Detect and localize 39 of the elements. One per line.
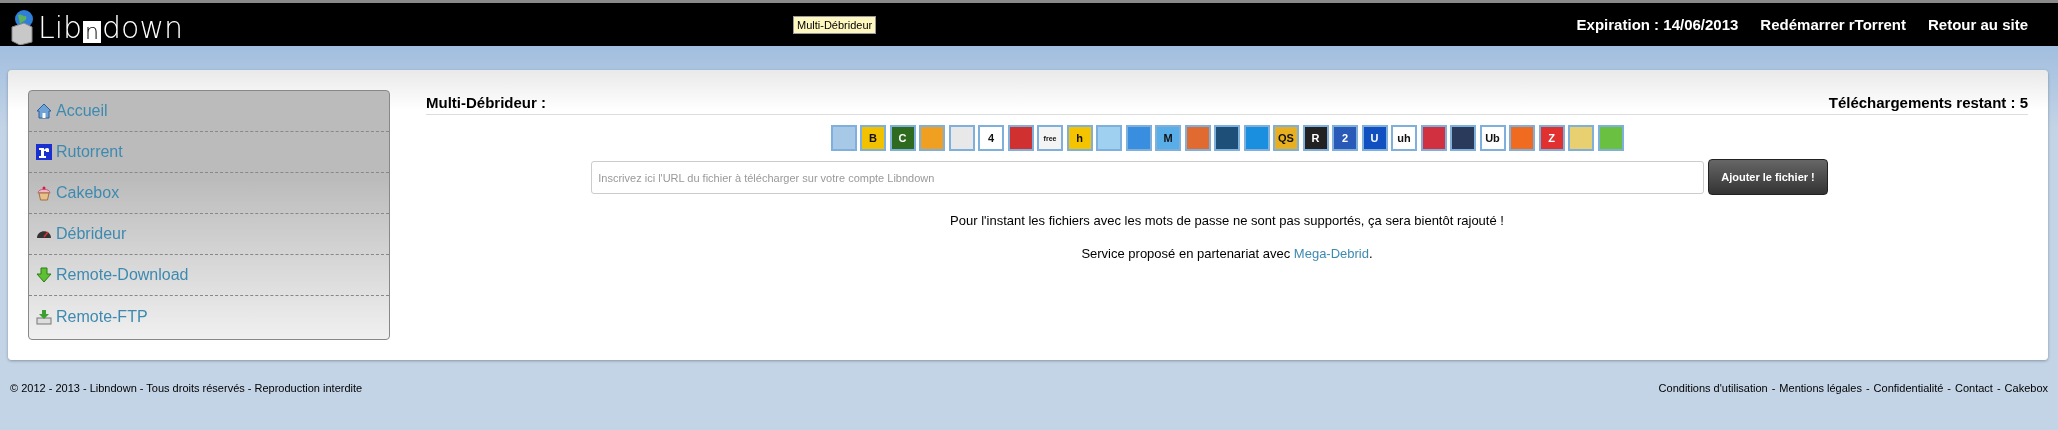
partner-link[interactable]: Mega-Debrid (1293, 246, 1369, 261)
section-title: Multi-Débrideur : (426, 94, 546, 111)
hoster-logo: C (889, 125, 916, 151)
hoster-logo: 4 (978, 125, 1004, 151)
hoster-logo: Z (1538, 125, 1565, 151)
hoster-logo: M (1155, 125, 1181, 151)
header-link[interactable]: Retour au site (1927, 16, 2028, 33)
house-icon (36, 103, 52, 119)
notice-text: Pour l'instant les fichiers avec les mots de passe ne sont pas supportés, ça sera bientôt rajouté ! (950, 213, 1504, 228)
partner-text: Service proposé en partenariat avec Mega-Debrid. (1081, 246, 1373, 261)
hoster-logo: B (860, 125, 886, 151)
copyright-text: © 2012 - 2013 - Libndown - Tous droits réservés - Reproduction interdite (10, 382, 363, 394)
download-tray-icon (36, 308, 52, 325)
hoster-logo: h (1066, 125, 1093, 151)
header-link[interactable]: Redémarrer rTorrent (1760, 16, 1906, 33)
remaining-downloads: Téléchargements restant : 5 (1828, 94, 2028, 111)
hoster-logo: Ub (1479, 125, 1506, 151)
hoster-logo: uh (1391, 125, 1417, 151)
add-file-button[interactable]: Ajouter le fichier ! (1708, 159, 1828, 195)
footer-link[interactable]: Cakebox (2004, 382, 2048, 394)
hoster-logo: U (1361, 125, 1388, 151)
hoster-logo: 2 (1332, 125, 1358, 151)
separator: - (1996, 382, 2001, 394)
footer-link[interactable]: Mentions légales (1779, 382, 1862, 394)
footer-link[interactable]: Conditions d'utilisation (1658, 382, 1768, 394)
hoster-logo: R (1302, 125, 1329, 151)
cupcake-icon (36, 185, 52, 201)
r-logo-icon (36, 144, 52, 160)
logo-text: Lib n down (38, 12, 183, 45)
url-field[interactable]: Inscrivez ici l'URL du fichier à télécharger sur votre compte Libndown (591, 161, 1705, 194)
separator: - (1865, 382, 1870, 394)
hoster-logo: QS (1273, 125, 1299, 151)
tooltip: Multi-Débrideur (793, 15, 877, 34)
expiration-date: Expiration : 14/06/2013 (1576, 16, 1739, 33)
separator: - (1771, 382, 1776, 394)
footer-link[interactable]: Confidentialité (1873, 382, 1944, 394)
footer-link[interactable]: Contact (1955, 382, 1993, 394)
down-arrow-icon (36, 267, 52, 283)
separator: - (1947, 382, 1951, 394)
